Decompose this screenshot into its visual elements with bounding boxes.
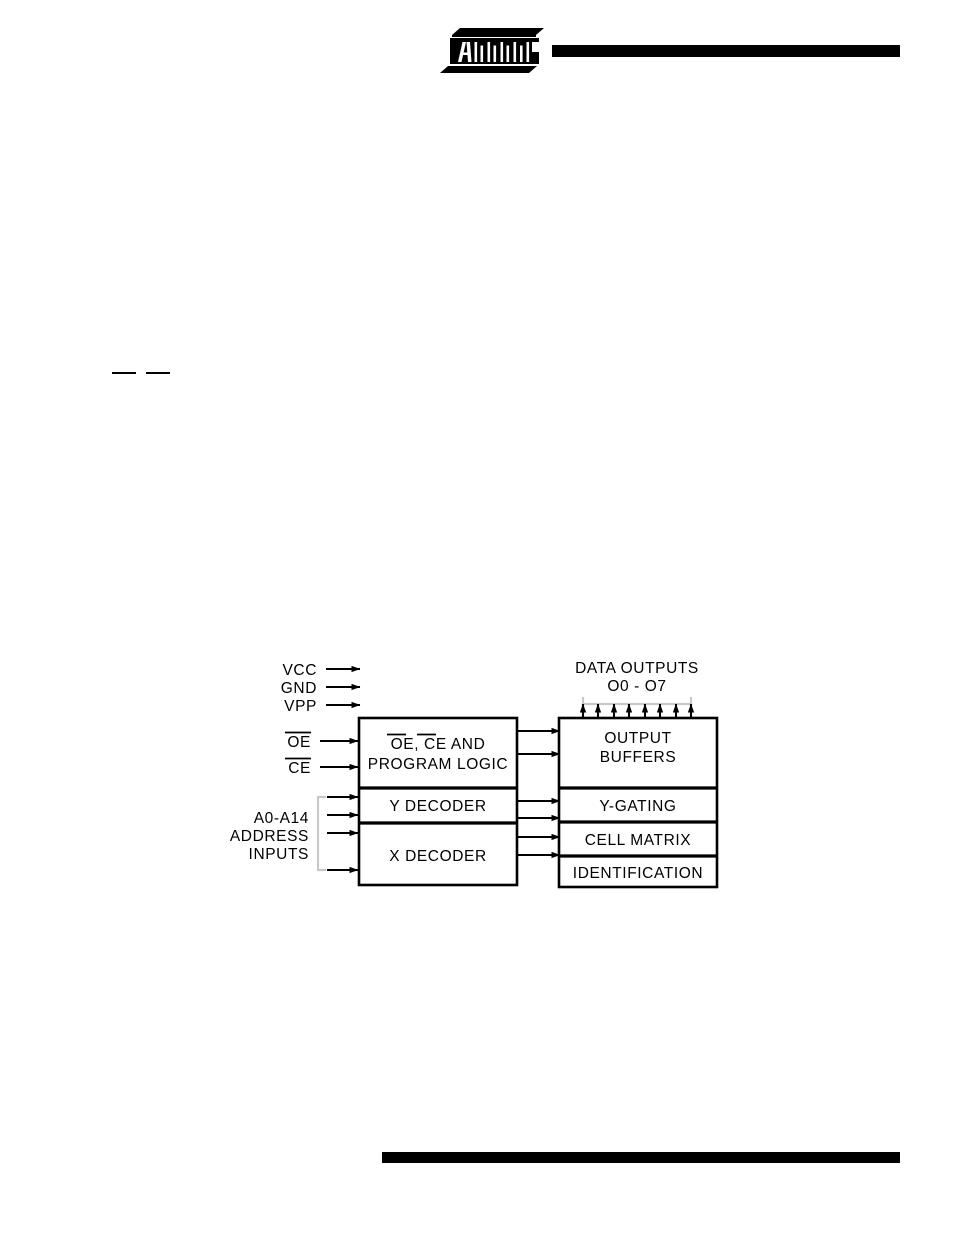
signal-vpp: VPP bbox=[284, 698, 361, 715]
data-outputs-bracket bbox=[581, 697, 693, 706]
data-output-arrows bbox=[579, 703, 695, 718]
block-y-decoder: Y DECODER bbox=[389, 798, 486, 815]
block-x-decoder-label: X DECODER bbox=[389, 848, 487, 865]
footer-rule bbox=[382, 1152, 900, 1163]
block-y-gating-label: Y-GATING bbox=[599, 798, 676, 815]
address-label-line3: INPUTS bbox=[249, 846, 309, 863]
signal-label-oe: OE bbox=[287, 734, 311, 751]
block-cell-matrix-label: CELL MATRIX bbox=[585, 832, 692, 849]
block-identification: IDENTIFICATION bbox=[573, 865, 703, 882]
right-block-stack: OUTPUT BUFFERS Y-GATING CELL MATRIX IDEN… bbox=[557, 716, 719, 889]
block-program-logic-line2: PROGRAM LOGIC bbox=[368, 756, 508, 773]
address-label-line2: ADDRESS bbox=[230, 828, 309, 845]
block-y-gating: Y-GATING bbox=[599, 798, 676, 815]
address-bracket bbox=[316, 795, 326, 872]
data-outputs-line1: DATA OUTPUTS bbox=[575, 660, 699, 677]
signal-label-ce: CE bbox=[288, 760, 311, 777]
block-output-buffers-line2: BUFFERS bbox=[600, 749, 677, 766]
interconnect-arrows bbox=[518, 727, 561, 859]
signal-label-gnd: GND bbox=[281, 680, 317, 697]
signal-ce: CE bbox=[285, 757, 359, 777]
block-identification-label: IDENTIFICATION bbox=[573, 865, 703, 882]
block-output-buffers-line1: OUTPUT bbox=[604, 730, 671, 747]
block-diagram: VCC GND VPP OE CE A0-A14 ADDRESS INPUTS bbox=[0, 0, 954, 1235]
address-label-line1: A0-A14 bbox=[254, 810, 309, 827]
block-cell-matrix: CELL MATRIX bbox=[585, 832, 692, 849]
address-inputs-group: A0-A14 ADDRESS INPUTS bbox=[230, 793, 359, 874]
data-outputs-line2: O0 - O7 bbox=[607, 678, 666, 695]
signal-vcc: VCC bbox=[282, 662, 361, 679]
block-x-decoder: X DECODER bbox=[389, 848, 487, 865]
block-y-decoder-label: Y DECODER bbox=[389, 798, 486, 815]
signal-label-vcc: VCC bbox=[282, 662, 317, 679]
data-outputs-group: DATA OUTPUTS O0 - O7 bbox=[575, 660, 699, 718]
left-block-stack: OE, CE AND PROGRAM LOGIC Y DECODER X DEC… bbox=[357, 716, 519, 887]
signal-label-vpp: VPP bbox=[284, 698, 317, 715]
signal-gnd: GND bbox=[281, 680, 361, 697]
signal-oe: OE bbox=[285, 731, 359, 751]
block-program-logic-line1: OE, CE AND bbox=[391, 736, 486, 753]
